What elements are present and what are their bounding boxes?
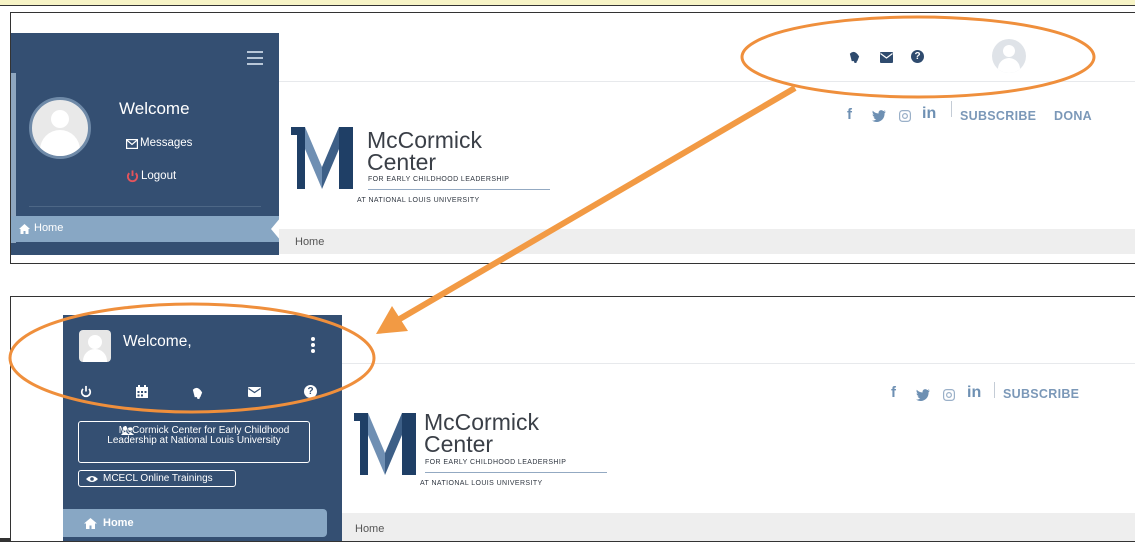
bell-icon[interactable]: [191, 386, 204, 399]
hamburger-icon[interactable]: [247, 51, 263, 65]
breadcrumb: Home: [279, 229, 1135, 254]
envelope-icon: [126, 139, 138, 149]
bottom-screenshot-panel: Welcome, ? McCormick Center for Early Ch…: [10, 296, 1135, 541]
calendar-icon[interactable]: [136, 385, 148, 398]
header-avatar-icon[interactable]: [992, 39, 1026, 73]
facebook-icon[interactable]: f: [891, 384, 896, 401]
org-button[interactable]: McCormick Center for Early Childhood Lea…: [78, 421, 310, 463]
subscribe-link[interactable]: SUBSCRIBE: [1003, 387, 1079, 401]
org-button-label: McCormick Center for Early Childhood Lea…: [107, 425, 290, 446]
welcome-text: Welcome,: [123, 333, 192, 350]
logo-rule: [368, 189, 550, 190]
logo-rule: [425, 472, 607, 473]
messages-link[interactable]: Messages: [126, 137, 192, 149]
trainings-label: MCECL Online Trainings: [103, 473, 213, 484]
top-panel-frame: [0, 5, 1135, 6]
top-content-area: ? f in SUBSCRIBE DONA McCormick Center F…: [279, 33, 1135, 263]
logo-university: AT NATIONAL LOUIS UNIVERSITY: [357, 197, 480, 204]
subscribe-link[interactable]: SUBSCRIBE: [960, 109, 1036, 123]
logo-title-line2: Center: [367, 149, 437, 175]
mccormick-logo: McCormick Center FOR EARLY CHILDHOOD LEA…: [291, 125, 561, 215]
avatar: [29, 97, 91, 159]
instagram-icon[interactable]: [943, 389, 955, 401]
bottom-content-area: f in SUBSCRIBE McCormick Center FOR EARL…: [342, 315, 1135, 541]
logo-title-line2: Center: [424, 431, 494, 457]
nav-home-label: Home: [34, 222, 64, 234]
eye-icon: [86, 476, 98, 482]
donate-link[interactable]: DONA: [1054, 109, 1092, 123]
header-divider: [342, 363, 1135, 364]
linkedin-icon[interactable]: in: [922, 105, 936, 123]
help-question-icon[interactable]: ?: [911, 50, 924, 63]
header-divider: [279, 81, 1135, 82]
nav-item-home[interactable]: Home: [63, 509, 327, 537]
bottom-sidebar: Welcome, ? McCormick Center for Early Ch…: [63, 315, 342, 541]
logo-university: AT NATIONAL LOUIS UNIVERSITY: [420, 480, 543, 487]
top-screenshot-panel: Welcome Messages Logout Home ? f in SUBS…: [10, 12, 1135, 264]
logo-tagline: FOR EARLY CHILDHOOD LEADERSHIP: [368, 176, 510, 183]
mccormick-logo: McCormick Center FOR EARLY CHILDHOOD LEA…: [354, 411, 624, 501]
social-separator: [951, 101, 952, 117]
breadcrumb-home[interactable]: Home: [295, 236, 324, 248]
sidebar-divider: [29, 206, 261, 207]
logo-m-mark: [291, 127, 353, 189]
kebab-menu-icon[interactable]: [311, 337, 315, 353]
bell-icon[interactable]: [848, 50, 861, 63]
envelope-icon[interactable]: [880, 52, 893, 63]
linkedin-icon[interactable]: in: [967, 384, 981, 402]
users-icon: [121, 426, 134, 435]
instagram-icon[interactable]: [899, 110, 911, 122]
logo-title-line1: McCormick: [424, 409, 539, 435]
twitter-icon[interactable]: [916, 389, 930, 401]
power-icon: [126, 170, 139, 183]
online-trainings-button[interactable]: MCECL Online Trainings: [78, 470, 236, 487]
logo-title-line1: McCormick: [367, 127, 482, 153]
home-icon: [19, 224, 30, 234]
nav-home-label: Home: [103, 517, 134, 529]
top-sidebar: Welcome Messages Logout Home: [11, 33, 281, 255]
welcome-text: Welcome: [119, 99, 190, 118]
envelope-icon[interactable]: [248, 387, 261, 397]
nav-item-home[interactable]: Home: [11, 216, 279, 242]
logout-label: Logout: [141, 170, 177, 182]
twitter-icon[interactable]: [872, 110, 886, 122]
breadcrumb: Home: [342, 513, 1135, 541]
messages-label: Messages: [140, 137, 193, 149]
logout-link[interactable]: Logout: [126, 170, 177, 183]
logo-m-mark: [354, 413, 416, 475]
facebook-icon[interactable]: f: [847, 106, 852, 123]
question-icon[interactable]: ?: [304, 385, 317, 398]
social-separator: [994, 382, 995, 398]
home-icon: [84, 518, 97, 529]
breadcrumb-home[interactable]: Home: [355, 523, 384, 535]
logo-tagline: FOR EARLY CHILDHOOD LEADERSHIP: [425, 459, 567, 466]
power-icon[interactable]: [80, 385, 92, 398]
avatar: [79, 330, 111, 362]
